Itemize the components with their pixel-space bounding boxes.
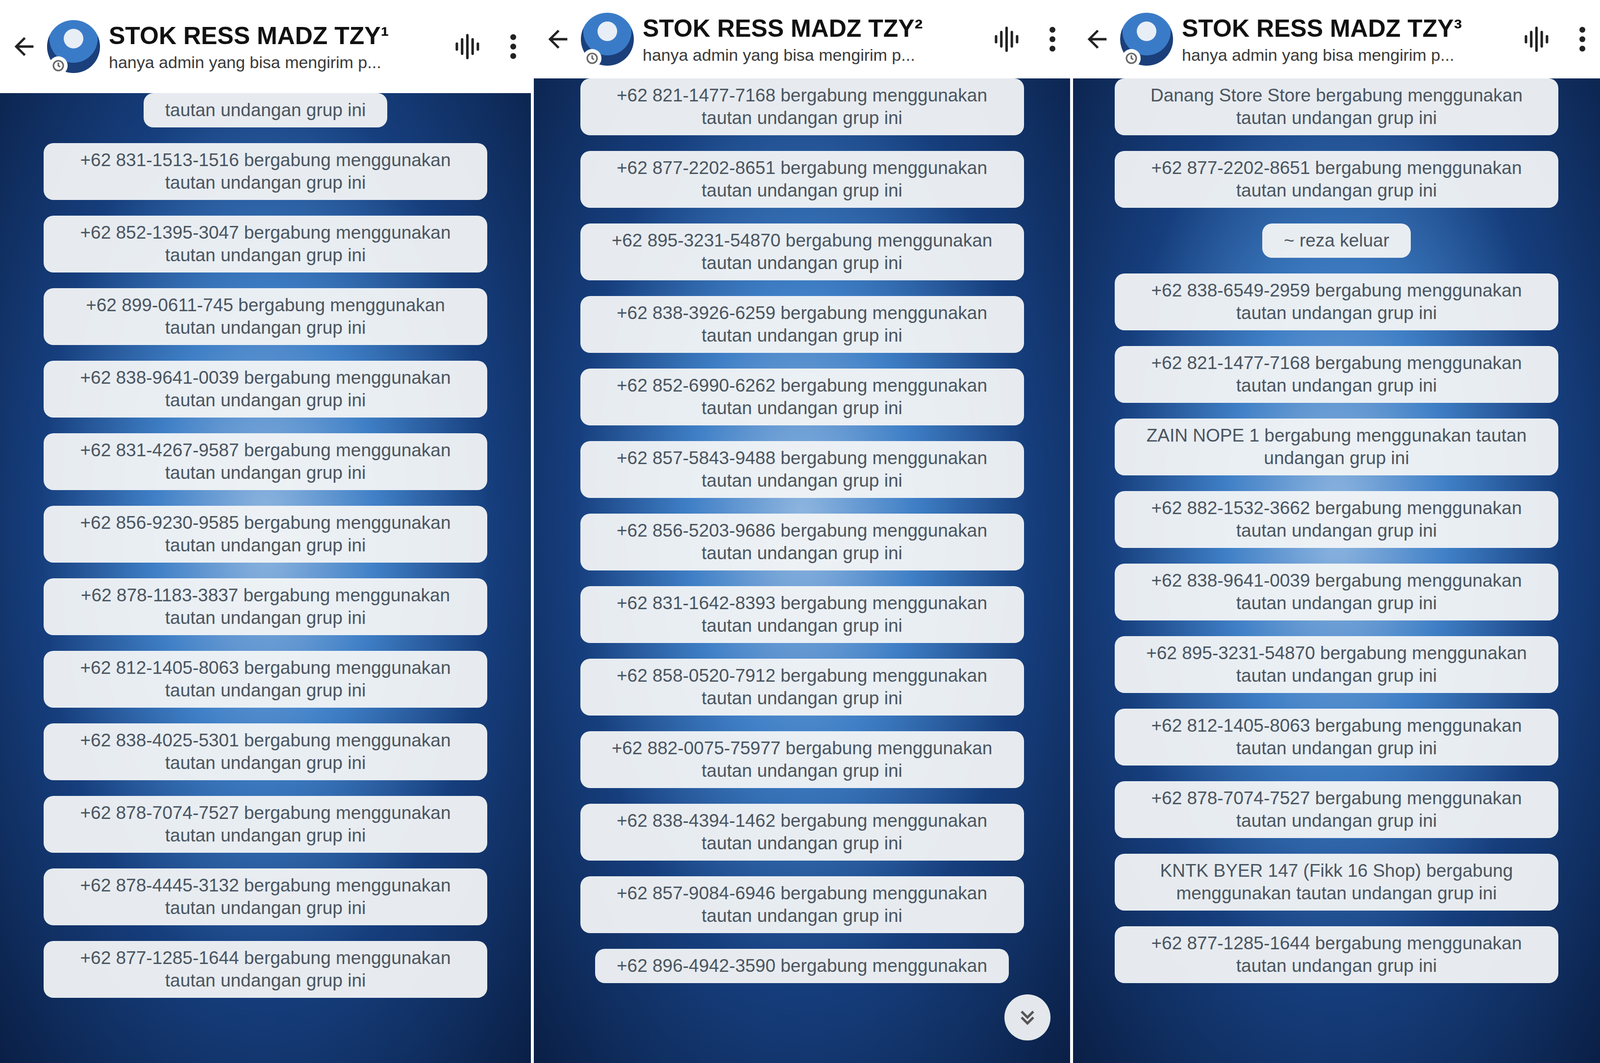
system-message: +62 821-1477-7168 bergabung menggunakan … xyxy=(1114,346,1559,403)
back-arrow-icon[interactable] xyxy=(1082,25,1112,54)
group-title: STOK RESS MADZ TZY³ xyxy=(1181,14,1513,43)
system-message: +62 857-5843-9488 bergabung menggunakan … xyxy=(580,441,1025,499)
double-chevron-down-icon xyxy=(1015,1005,1040,1030)
system-message: +62 831-4267-9587 bergabung menggunakan … xyxy=(43,433,488,491)
voice-chat-icon[interactable] xyxy=(452,31,482,62)
system-message: Danang Store Store bergabung menggunakan… xyxy=(1114,78,1559,136)
chat-area: Danang Store Store bergabung menggunakan… xyxy=(1073,78,1600,1063)
system-message: +62 838-9641-0039 bergabung menggunakan … xyxy=(43,360,488,418)
system-message: tautan undangan grup ini xyxy=(143,93,388,128)
system-message: +62 852-6990-6262 bergabung menggunakan … xyxy=(580,368,1025,426)
chat-area: +62 821-1477-7168 bergabung menggunakan … xyxy=(533,78,1071,1063)
chat-panel: STOK RESS MADZ TZY²hanya admin yang bisa… xyxy=(533,0,1071,1063)
chat-header: STOK RESS MADZ TZY³hanya admin yang bisa… xyxy=(1073,0,1600,79)
scroll-down-button[interactable] xyxy=(1004,994,1051,1041)
system-message: +62 821-1477-7168 bergabung menggunakan … xyxy=(580,78,1025,136)
message-list: +62 821-1477-7168 bergabung menggunakan … xyxy=(533,78,1071,984)
chat-title-block[interactable]: STOK RESS MADZ TZY¹hanya admin yang bisa… xyxy=(108,21,444,73)
chat-header: STOK RESS MADZ TZY²hanya admin yang bisa… xyxy=(533,0,1071,79)
system-message: +62 895-3231-54870 bergabung menggunakan… xyxy=(1114,636,1559,694)
message-list: tautan undangan grup ini +62 831-1513-151… xyxy=(0,93,531,999)
system-message: +62 878-4445-3132 bergabung menggunakan … xyxy=(43,868,488,926)
more-options-icon[interactable] xyxy=(508,31,519,62)
group-avatar[interactable] xyxy=(1120,12,1174,66)
system-message: +62 856-5203-9686 bergabung menggunakan … xyxy=(580,513,1025,571)
back-arrow-icon[interactable] xyxy=(9,32,39,61)
system-message: +62 877-1285-1644 bergabung menggunakan … xyxy=(43,941,488,999)
group-avatar[interactable] xyxy=(47,20,100,74)
system-message: +62 812-1405-8063 bergabung menggunakan … xyxy=(1114,708,1559,766)
system-message: +62 878-7074-7527 bergabung menggunakan … xyxy=(1114,781,1559,839)
chat-header: STOK RESS MADZ TZY¹hanya admin yang bisa… xyxy=(0,0,531,94)
system-message: +62 896-4942-3590 bergabung menggunakan xyxy=(595,949,1009,984)
system-message: +62 899-0611-745 bergabung menggunakan t… xyxy=(43,288,488,346)
system-message: +62 877-2202-8651 bergabung menggunakan … xyxy=(1114,150,1559,208)
system-message: +62 831-1642-8393 bergabung menggunakan … xyxy=(580,586,1025,644)
system-message: KNTK BYER 147 (Fikk 16 Shop) bergabung m… xyxy=(1114,853,1559,911)
group-subtitle: hanya admin yang bisa mengirim p... xyxy=(108,52,444,73)
system-message: +62 838-4025-5301 bergabung menggunakan … xyxy=(43,723,488,781)
screenshot-collage: STOK RESS MADZ TZY¹hanya admin yang bisa… xyxy=(0,0,1600,1063)
system-message: +62 852-1395-3047 bergabung menggunakan … xyxy=(43,215,488,273)
group-avatar[interactable] xyxy=(580,12,634,66)
system-message: +62 895-3231-54870 bergabung menggunakan… xyxy=(580,223,1025,281)
system-message: +62 856-9230-9585 bergabung menggunakan … xyxy=(43,505,488,563)
group-subtitle: hanya admin yang bisa mengirim p... xyxy=(642,45,983,65)
system-message: +62 877-2202-8651 bergabung menggunakan … xyxy=(580,150,1025,208)
system-message: +62 882-1532-3662 bergabung menggunakan … xyxy=(1114,491,1559,549)
group-title: STOK RESS MADZ TZY¹ xyxy=(108,21,444,50)
voice-chat-icon[interactable] xyxy=(991,24,1022,54)
clock-badge-icon xyxy=(49,56,68,75)
chat-title-block[interactable]: STOK RESS MADZ TZY²hanya admin yang bisa… xyxy=(642,14,983,65)
system-message: +62 878-7074-7527 bergabung menggunakan … xyxy=(43,796,488,853)
chat-panel: STOK RESS MADZ TZY¹hanya admin yang bisa… xyxy=(0,0,531,1063)
chat-area: tautan undangan grup ini +62 831-1513-151… xyxy=(0,93,531,1063)
group-subtitle: hanya admin yang bisa mengirim p... xyxy=(1181,45,1513,65)
group-title: STOK RESS MADZ TZY² xyxy=(642,14,983,43)
voice-chat-icon[interactable] xyxy=(1521,24,1551,54)
back-arrow-icon[interactable] xyxy=(543,25,573,54)
system-message: +62 838-6549-2959 bergabung menggunakan … xyxy=(1114,273,1559,331)
clock-badge-icon xyxy=(1122,49,1141,68)
clock-badge-icon xyxy=(582,49,602,68)
system-message: +62 838-9641-0039 bergabung menggunakan … xyxy=(1114,563,1559,621)
system-message: +62 831-1513-1516 bergabung menggunakan … xyxy=(43,143,488,200)
more-options-icon[interactable] xyxy=(1577,24,1588,54)
system-message: ZAIN NOPE 1 bergabung menggunakan tautan… xyxy=(1114,418,1559,476)
system-message: +62 857-9084-6946 bergabung menggunakan … xyxy=(580,876,1025,934)
system-message: +62 858-0520-7912 bergabung menggunakan … xyxy=(580,658,1025,716)
system-message: +62 878-1183-3837 bergabung menggunakan … xyxy=(43,578,488,636)
system-message: +62 812-1405-8063 bergabung menggunakan … xyxy=(43,650,488,708)
chat-panel: STOK RESS MADZ TZY³hanya admin yang bisa… xyxy=(1073,0,1600,1063)
system-message: +62 877-1285-1644 bergabung menggunakan … xyxy=(1114,926,1559,984)
system-message: +62 838-4394-1462 bergabung menggunakan … xyxy=(580,803,1025,861)
more-options-icon[interactable] xyxy=(1047,24,1058,54)
system-message: ~ reza keluar xyxy=(1262,223,1411,258)
system-message: +62 838-3926-6259 bergabung menggunakan … xyxy=(580,296,1025,353)
message-list: Danang Store Store bergabung menggunakan… xyxy=(1073,78,1600,984)
chat-title-block[interactable]: STOK RESS MADZ TZY³hanya admin yang bisa… xyxy=(1181,14,1513,65)
system-message: +62 882-0075-75977 bergabung menggunakan… xyxy=(580,731,1025,789)
